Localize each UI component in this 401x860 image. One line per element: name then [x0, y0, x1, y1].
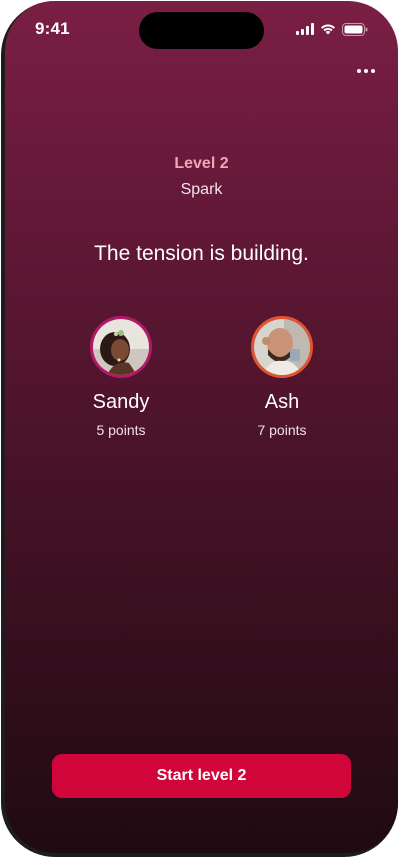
- player-points: 7 points: [257, 422, 307, 438]
- player-points: 5 points: [96, 422, 146, 438]
- player-card-sandy: Sandy 5 points: [51, 316, 191, 438]
- player-name: Sandy: [92, 391, 150, 413]
- avatar-photo-sandy: [93, 319, 149, 375]
- avatar: [90, 316, 152, 378]
- avatar: [251, 316, 313, 378]
- dynamic-island: [139, 12, 264, 49]
- status-bar: 9:41: [5, 1, 398, 55]
- start-level-button[interactable]: Start level 2: [52, 754, 351, 798]
- battery-icon: [342, 22, 368, 36]
- game-screen: 9:41 Level 2 Spark The tension is buildi…: [5, 1, 398, 853]
- status-icons: [296, 22, 368, 36]
- headline: The tension is building.: [94, 242, 309, 265]
- level-label: Level 2: [174, 155, 229, 172]
- player-name: Ash: [264, 391, 300, 413]
- more-horizontal-icon: [357, 69, 361, 73]
- cellular-signal-icon: [296, 23, 314, 35]
- status-time: 9:41: [35, 19, 70, 38]
- level-name: Spark: [180, 181, 223, 198]
- player-card-ash: Ash 7 points: [212, 316, 352, 438]
- avatar-photo-ash: [254, 319, 310, 375]
- more-options-button[interactable]: [354, 63, 378, 79]
- phone-frame: 9:41 Level 2 Spark The tension is buildi…: [1, 1, 398, 857]
- wifi-icon: [320, 23, 336, 35]
